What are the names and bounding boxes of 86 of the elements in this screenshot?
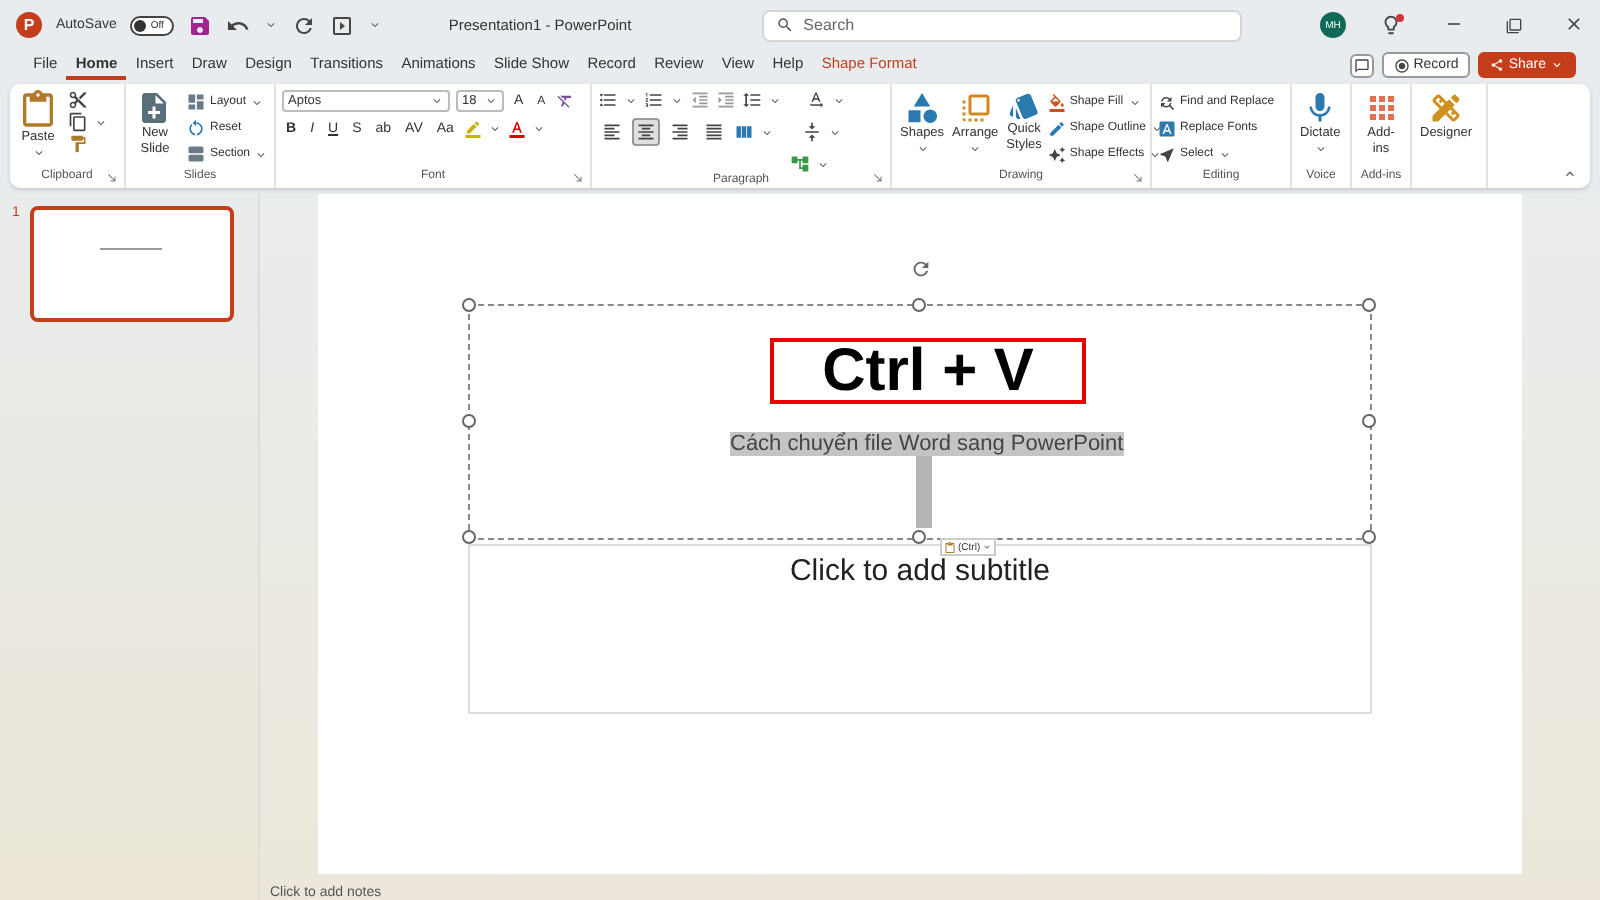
section-icon: [185, 144, 206, 164]
caret-icon: [915, 142, 930, 157]
present-icon: [330, 13, 355, 37]
resize-handle[interactable]: [1362, 298, 1376, 312]
app-logo: P: [16, 12, 42, 38]
quick-styles-icon: [1008, 90, 1041, 122]
caret-icon: [430, 94, 444, 108]
caret-icon: [816, 157, 830, 171]
format-painter-icon: [68, 134, 88, 154]
shapes-icon: [904, 90, 941, 126]
align-text-icon: [802, 122, 822, 142]
title-placeholder[interactable]: Ctrl + V Cách chuyển file Word sang PowerPoint: [468, 304, 1372, 540]
caret-icon: [670, 93, 684, 107]
caret-icon: [624, 93, 638, 107]
bullets-icon: [598, 90, 618, 110]
caret-icon: [1550, 58, 1564, 72]
resize-handle[interactable]: [912, 298, 926, 312]
caret-icon: [94, 115, 108, 129]
restore-icon: [1506, 17, 1522, 33]
caret-icon: [1313, 142, 1328, 157]
effects-icon: [1047, 145, 1066, 163]
caret-icon: [254, 147, 268, 161]
pasted-text: Cách chuyển file Word sang PowerPoint: [730, 432, 1124, 456]
cursor-bar: [916, 456, 932, 528]
search-icon: [1158, 93, 1176, 111]
resize-handle[interactable]: [462, 530, 476, 544]
paste-icon: [18, 90, 58, 130]
caret-icon: [531, 122, 546, 136]
search-icon: [775, 16, 794, 34]
justify-icon: [704, 122, 724, 142]
bulb-glyph-icon: [1380, 14, 1402, 36]
redo-icon: [292, 13, 317, 37]
highlighter-icon: [463, 120, 482, 138]
indent-increase-icon: [716, 90, 736, 110]
collapse-icon: [1562, 166, 1578, 182]
caret-icon: [31, 146, 45, 161]
subtitle-prompt: Click to add subtitle: [789, 554, 1051, 590]
lightbulb-icon[interactable]: [1380, 14, 1402, 36]
comment-icon: [1353, 57, 1370, 73]
resize-handle[interactable]: [462, 298, 476, 312]
record-icon: [1393, 57, 1410, 73]
caret-icon: [368, 18, 383, 32]
align-button[interactable]: [632, 118, 660, 146]
caret-icon: [968, 142, 983, 157]
designer-icon: [1428, 90, 1464, 126]
copy-icon: [68, 112, 88, 132]
clear-format-icon: [555, 92, 574, 110]
arrange-icon: [957, 90, 994, 126]
align-center-icon: [636, 122, 656, 142]
align-right-icon: [670, 122, 690, 142]
caret-icon: [982, 542, 993, 552]
rotate-handle-icon: [910, 258, 932, 280]
search-field[interactable]: Search: [761, 9, 1242, 41]
smartart-icon: [790, 154, 810, 174]
slide-title: Ctrl + V: [770, 338, 1086, 404]
reset-icon: [185, 118, 206, 138]
pencil-icon: [1047, 119, 1066, 137]
share-icon: [1490, 58, 1505, 72]
paste-icon: [944, 541, 956, 553]
resize-handle[interactable]: [462, 414, 476, 428]
caret-icon: [828, 125, 842, 139]
scissors-icon: [68, 90, 88, 110]
close-icon: [1564, 13, 1584, 33]
caret-icon: [832, 93, 846, 107]
caret-icon: [760, 125, 774, 139]
align-left-icon: [602, 122, 622, 142]
slide-thumbnail[interactable]: [29, 206, 234, 322]
caret-icon: [250, 95, 264, 109]
comments-button[interactable]: [1349, 53, 1374, 77]
save-icon: [188, 13, 213, 37]
resize-handle[interactable]: [1362, 530, 1376, 544]
numbering-icon: [644, 90, 664, 110]
pointer-icon: [1158, 145, 1176, 163]
caret-icon: [1217, 147, 1232, 161]
line-spacing-icon: [742, 90, 762, 110]
paint-bucket-icon: [1047, 93, 1066, 111]
caret-icon: [264, 18, 279, 32]
indent-decrease-icon: [690, 90, 710, 110]
font-color-icon: [507, 120, 526, 138]
text-direction-icon: [806, 90, 826, 110]
replace-fonts-icon: [1158, 119, 1176, 137]
resize-handle[interactable]: [1362, 414, 1376, 428]
layout-icon: [185, 92, 206, 112]
columns-icon: [734, 122, 754, 142]
caret-icon: [768, 93, 782, 107]
resize-handle[interactable]: [912, 530, 926, 544]
